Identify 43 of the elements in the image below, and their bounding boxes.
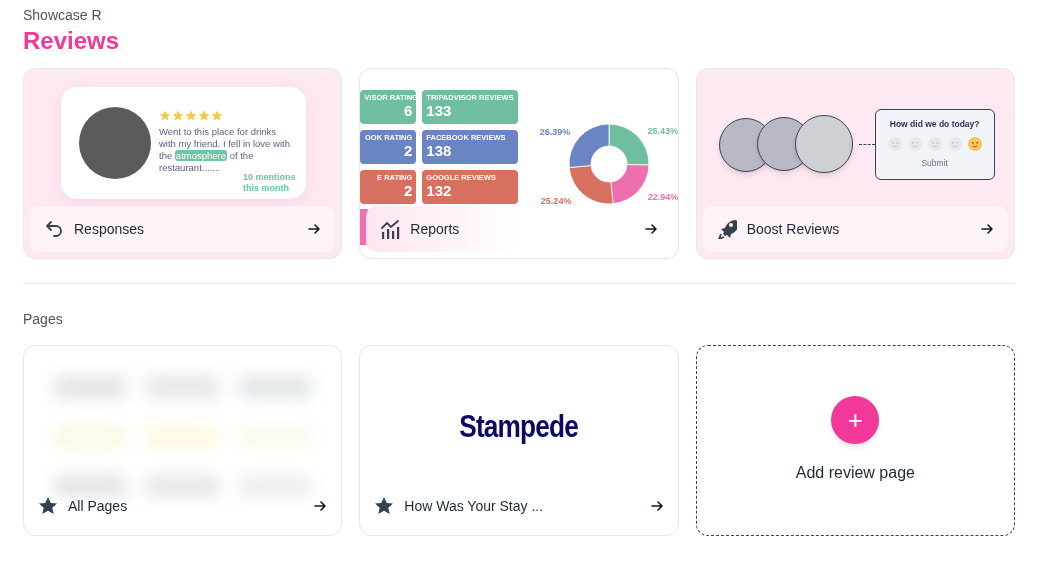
rocket-icon xyxy=(716,219,737,239)
star-icon xyxy=(211,110,223,121)
add-card[interactable]: + Add review page xyxy=(695,345,1015,536)
page-card[interactable]: All Pages xyxy=(23,345,343,536)
card-link[interactable]: Boost Reviews xyxy=(746,218,840,240)
star-icon xyxy=(172,110,184,121)
add-label: Add review page xyxy=(795,463,915,483)
donut-slice xyxy=(568,123,610,168)
review-text: Went to this place for drinks with my friend. I fell in love with the atmosphere of the restaurant....... xyxy=(159,126,291,173)
star-icon xyxy=(374,496,395,516)
add-button[interactable]: + xyxy=(831,396,880,444)
arrow-right-icon xyxy=(643,222,658,236)
connector-line xyxy=(858,144,875,145)
avatar-placeholder xyxy=(794,115,853,173)
card-link[interactable]: How Was Your Stay ... xyxy=(404,495,544,517)
arrow-right-icon xyxy=(313,499,328,513)
feature-card[interactable]: Went to this place for drinks with my friend. I fell in love with the atmosphere of the restaurant....... 10 mentions this month Responses xyxy=(23,68,343,259)
feature-card[interactable]: How did we do today? Submit Boost Reviews xyxy=(695,68,1015,259)
brand-logo: Stampede xyxy=(458,407,580,446)
survey-question: How did we do today? xyxy=(889,118,980,131)
data-label: 22.94% xyxy=(648,191,678,202)
data-label: 25.24% xyxy=(541,196,572,206)
breadcrumb: Showcase R xyxy=(23,6,103,24)
star-icon xyxy=(198,110,210,121)
star-icon xyxy=(38,496,58,516)
page-title: Reviews xyxy=(23,26,121,56)
star-icon xyxy=(185,110,197,121)
arrow-right-icon xyxy=(649,499,664,513)
page-card[interactable]: Stampede How Was Your Stay ... xyxy=(359,345,679,536)
data-label: 26.39% xyxy=(540,126,571,137)
star-icon xyxy=(159,110,171,121)
donut-slice xyxy=(610,164,650,205)
card-link[interactable]: Responses xyxy=(74,218,145,240)
bar-chart-icon xyxy=(380,219,401,239)
reply-arrow-icon xyxy=(44,219,64,239)
data-label: 25.43% xyxy=(647,125,678,136)
submit-button[interactable]: Submit xyxy=(921,156,948,170)
arrow-right-icon xyxy=(980,222,994,236)
section-label: Pages xyxy=(23,310,64,328)
mentions-note: 10 mentions this month xyxy=(243,172,297,194)
card-link[interactable]: All Pages xyxy=(68,495,128,517)
card-link[interactable]: Reports xyxy=(410,218,460,240)
arrow-right-icon xyxy=(307,222,322,236)
